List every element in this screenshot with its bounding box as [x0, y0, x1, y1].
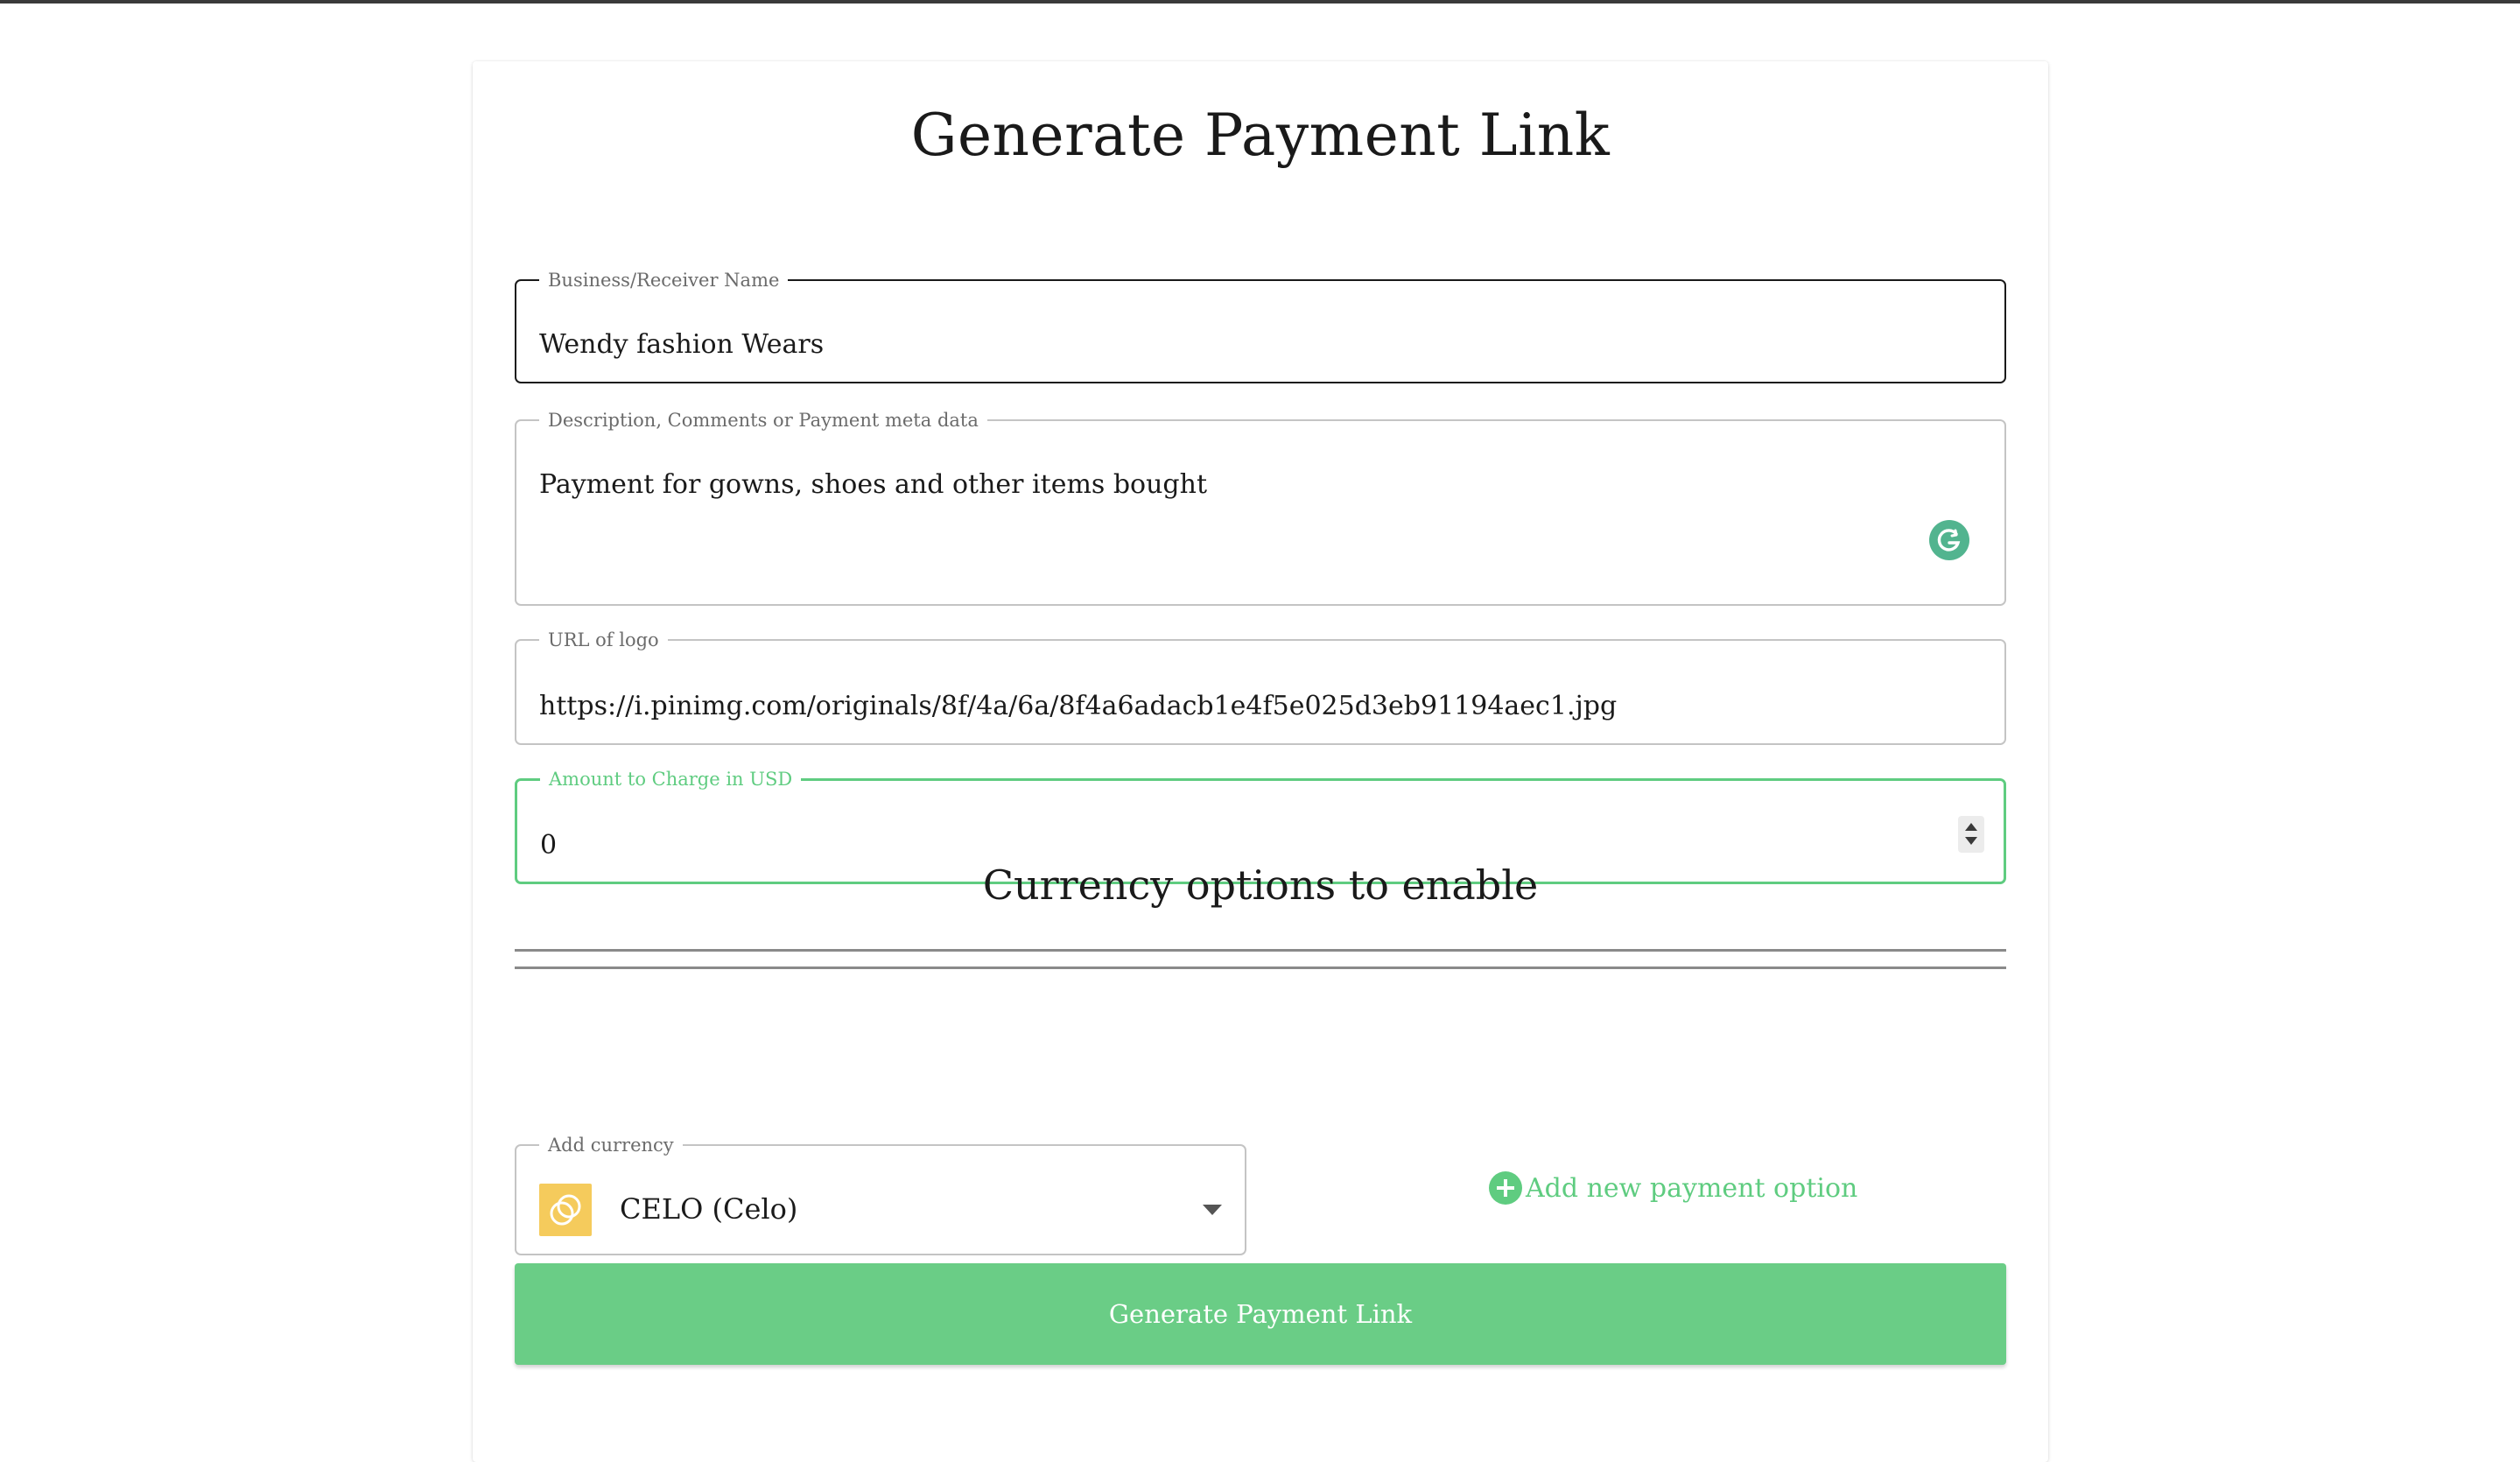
currency-section-title: Currency options to enable	[982, 861, 1539, 909]
logo-url-field[interactable]: URL of logo https://i.pinimg.com/origina…	[515, 631, 2006, 745]
add-payment-option-label: Add new payment option	[1526, 1172, 1858, 1204]
business-name-field[interactable]: Business/Receiver Name Wendy fashion Wea…	[515, 271, 2006, 383]
plus-circle-icon	[1489, 1171, 1522, 1205]
logo-url-label: URL of logo	[548, 629, 659, 650]
stepper-down-icon[interactable]	[1965, 837, 1977, 845]
stepper-up-icon[interactable]	[1965, 823, 1977, 831]
add-currency-select[interactable]: Add currency CELO (Celo)	[515, 1136, 1246, 1255]
celo-logo-icon	[539, 1184, 592, 1236]
amount-label: Amount to Charge in USD	[549, 769, 793, 790]
payment-link-card: Generate Payment Link Business/Receiver …	[473, 61, 2048, 1462]
add-payment-option-button[interactable]: Add new payment option	[1489, 1171, 1857, 1205]
grammarly-icon[interactable]	[1929, 520, 1969, 560]
page-title: Generate Payment Link	[910, 102, 1611, 169]
business-name-input[interactable]: Wendy fashion Wears	[539, 329, 824, 360]
chevron-down-icon[interactable]	[1203, 1205, 1222, 1215]
generate-payment-link-button[interactable]: Generate Payment Link	[515, 1263, 2006, 1365]
logo-url-input[interactable]: https://i.pinimg.com/originals/8f/4a/6a/…	[539, 691, 1617, 721]
add-currency-label: Add currency	[548, 1135, 674, 1156]
business-name-label: Business/Receiver Name	[548, 270, 780, 291]
amount-stepper[interactable]	[1958, 816, 1984, 853]
top-border	[0, 0, 2520, 4]
selected-currency: CELO (Celo)	[620, 1192, 798, 1226]
description-textarea[interactable]: Payment for gowns, shoes and other items…	[539, 469, 1207, 500]
divider	[515, 966, 2006, 969]
description-label: Description, Comments or Payment meta da…	[548, 410, 979, 431]
description-field[interactable]: Description, Comments or Payment meta da…	[515, 411, 2006, 606]
amount-input[interactable]: 0	[540, 830, 557, 861]
divider	[515, 949, 2006, 952]
